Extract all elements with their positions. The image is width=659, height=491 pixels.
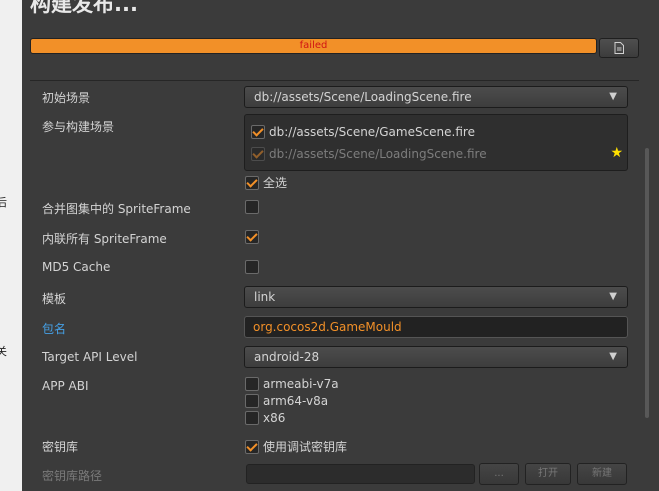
- target-api-label: Target API Level: [42, 350, 138, 364]
- keystore-path-input[interactable]: [246, 464, 475, 484]
- debug-keystore-label: 使用调试密钥库: [263, 440, 348, 454]
- section-divider: [30, 80, 639, 81]
- scrollbar[interactable]: [645, 148, 649, 418]
- abi-option-x86[interactable]: x86: [245, 411, 285, 425]
- merge-spriteframe-checkbox[interactable]: [245, 200, 259, 214]
- abi-label: x86: [263, 411, 286, 425]
- keystore-path-label: 密钥库路径: [42, 469, 103, 483]
- start-scene-value: db://assets/Scene/LoadingScene.fire: [254, 90, 472, 104]
- build-status-text: failed: [299, 40, 328, 51]
- package-name-label: 包名: [42, 322, 67, 336]
- app-abi-label: APP ABI: [42, 379, 89, 393]
- template-select[interactable]: link ▼: [244, 286, 628, 308]
- select-all-option[interactable]: 全选: [245, 174, 287, 191]
- browse-button[interactable]: ...: [479, 463, 519, 485]
- md5-cache-option[interactable]: [245, 260, 259, 274]
- template-value: link: [254, 290, 276, 304]
- merge-spriteframe-label: 合并图集中的 SpriteFrame: [42, 202, 191, 216]
- debug-keystore-checkbox[interactable]: [245, 439, 259, 454]
- merge-spriteframe-option[interactable]: [245, 200, 259, 214]
- abi-label: arm64-v8a: [263, 394, 329, 408]
- abi-checkbox[interactable]: [245, 394, 259, 408]
- scene-item-loading: db://assets/Scene/LoadingScene.fire: [251, 147, 487, 161]
- scene-item-game[interactable]: db://assets/Scene/GameScene.fire: [251, 125, 475, 139]
- target-api-select[interactable]: android-28 ▼: [244, 346, 628, 368]
- chevron-down-icon: ▼: [609, 91, 617, 102]
- start-scene-select[interactable]: db://assets/Scene/LoadingScene.fire ▼: [244, 86, 628, 108]
- document-icon: [614, 42, 624, 54]
- chevron-down-icon: ▼: [609, 291, 617, 302]
- package-name-value: org.cocos2d.GameMould: [253, 320, 402, 334]
- abi-option-armeabi-v7a[interactable]: armeabi-v7a: [245, 377, 339, 391]
- open-button[interactable]: 打开: [525, 463, 571, 485]
- target-api-value: android-28: [254, 350, 320, 364]
- abi-label: armeabi-v7a: [263, 377, 339, 391]
- abi-checkbox[interactable]: [245, 377, 259, 391]
- open-log-button[interactable]: [599, 38, 639, 58]
- start-scene-label: 初始场景: [42, 91, 91, 105]
- chevron-down-icon: ▼: [609, 351, 617, 362]
- abi-option-arm64-v8a[interactable]: arm64-v8a: [245, 394, 328, 408]
- scene-checkbox-disabled: [251, 147, 265, 161]
- build-progress-bar: failed: [30, 38, 597, 54]
- debug-keystore-option[interactable]: 使用调试密钥库: [245, 438, 347, 455]
- build-scenes-list: db://assets/Scene/GameScene.fire db://as…: [244, 114, 628, 171]
- panel-title: 构建发布...: [30, 0, 138, 16]
- inline-spriteframe-checkbox[interactable]: [245, 230, 259, 244]
- build-panel: 构建发布... failed 初始场景 db://assets/Scene/Lo…: [22, 0, 659, 491]
- background-text-fragment: 后: [0, 196, 7, 209]
- build-scenes-label: 参与构建场景: [42, 120, 115, 134]
- inline-spriteframe-option[interactable]: [245, 230, 259, 244]
- background-text-fragment: 关: [0, 345, 7, 358]
- new-button[interactable]: 新建: [577, 463, 627, 485]
- start-scene-star-icon: ★: [610, 145, 623, 161]
- select-all-label: 全选: [263, 176, 288, 190]
- select-all-checkbox[interactable]: [245, 175, 259, 190]
- package-name-input[interactable]: org.cocos2d.GameMould: [244, 316, 628, 338]
- scene-name: db://assets/Scene/LoadingScene.fire: [269, 147, 487, 161]
- inline-spriteframe-label: 内联所有 SpriteFrame: [42, 232, 167, 246]
- keystore-label: 密钥库: [42, 440, 79, 454]
- abi-checkbox[interactable]: [245, 411, 259, 425]
- template-label: 模板: [42, 292, 67, 306]
- background-window-edge: 后 关: [0, 0, 22, 491]
- md5-cache-label: MD5 Cache: [42, 260, 111, 274]
- scene-checkbox[interactable]: [251, 125, 265, 139]
- md5-cache-checkbox[interactable]: [245, 260, 259, 274]
- scene-name: db://assets/Scene/GameScene.fire: [269, 125, 475, 139]
